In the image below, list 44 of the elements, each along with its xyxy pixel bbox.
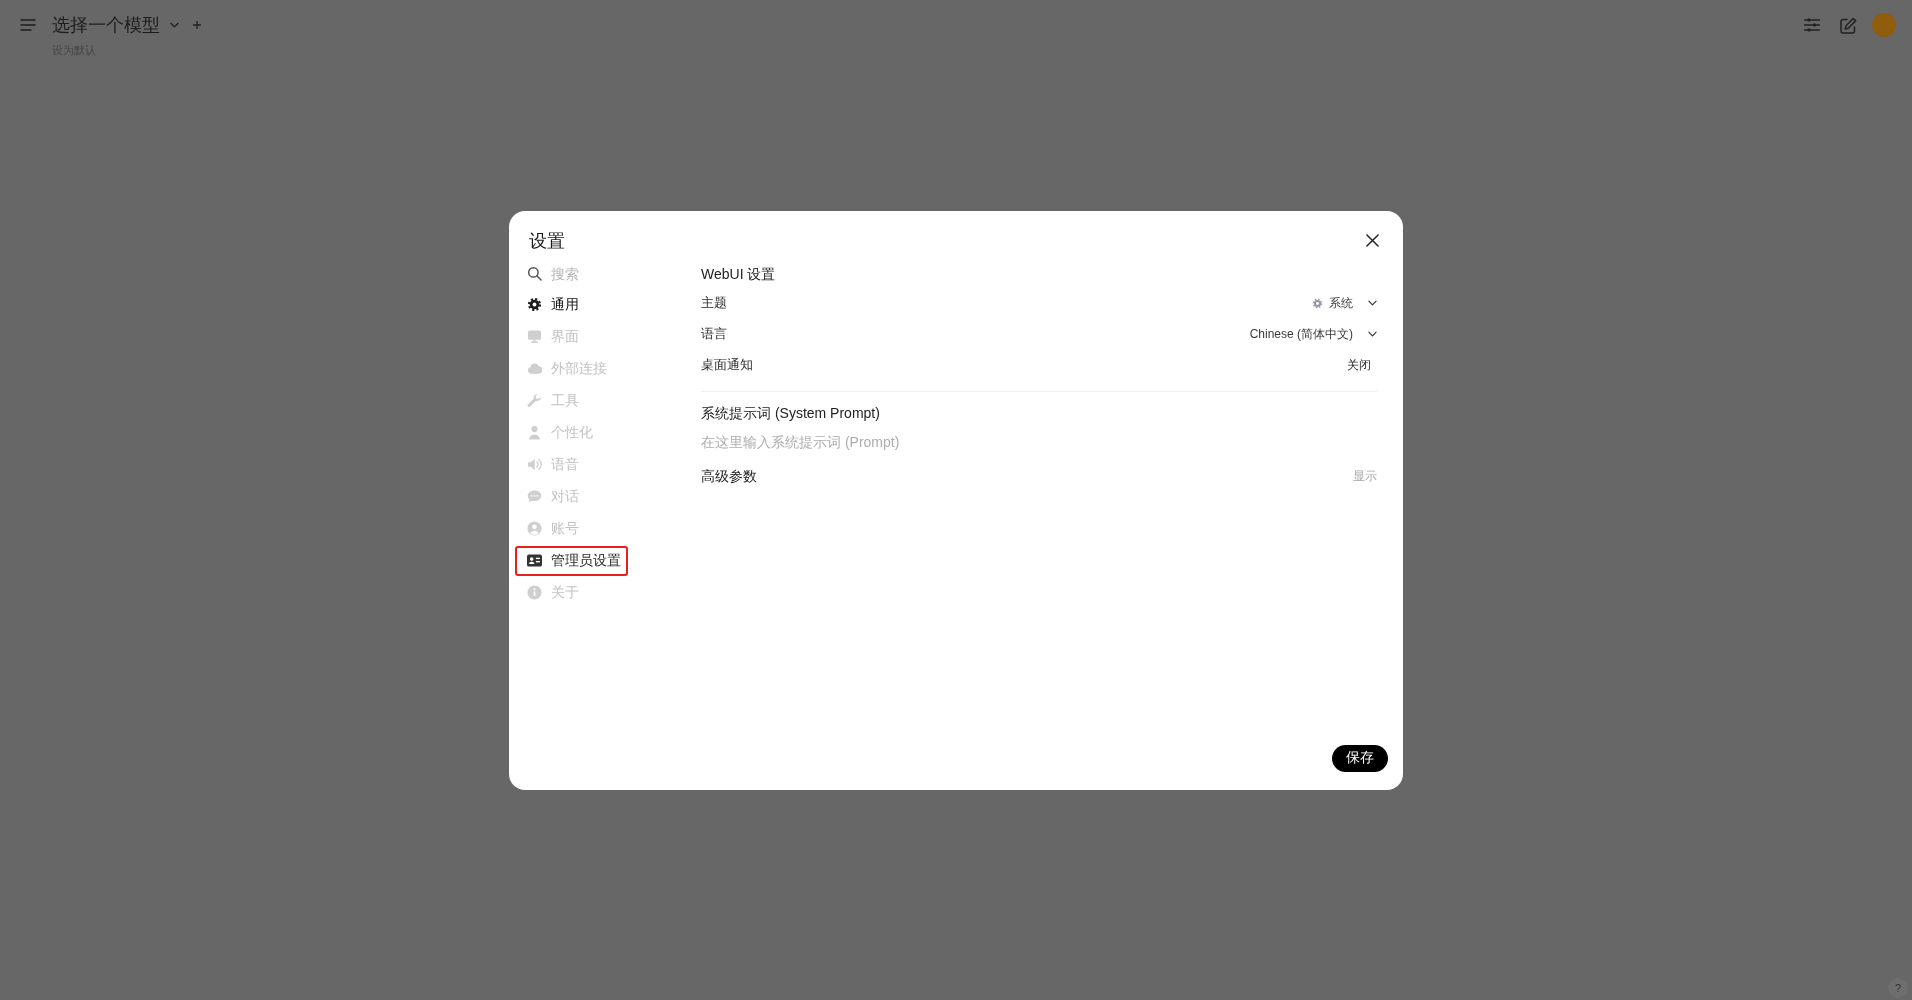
menu-icon[interactable] (20, 19, 36, 31)
dialog-title: 设置 (529, 229, 565, 253)
save-button[interactable]: 保存 (1332, 744, 1388, 772)
setting-label: 语言 (701, 325, 727, 343)
settings-nav-item[interactable]: 语音 (515, 449, 628, 480)
chevron-down-icon (1368, 300, 1377, 306)
dropdown[interactable]: 系统 (1312, 294, 1377, 312)
system-prompt-field[interactable]: 在这里输入系统提示词 (Prompt) (701, 429, 1377, 454)
close-icon[interactable] (1366, 234, 1379, 247)
search-field[interactable]: 搜索 (551, 265, 621, 282)
setting-label: 主题 (701, 294, 727, 312)
person-icon (527, 425, 542, 440)
search-icon (527, 266, 542, 281)
gear-icon (1312, 297, 1323, 309)
settings-nav-item[interactable]: 管理员设置 (515, 545, 628, 576)
id-card-icon (527, 553, 542, 568)
speaker-icon (527, 457, 542, 472)
wrench-icon (527, 393, 542, 408)
info-icon (527, 585, 542, 600)
plus-icon[interactable] (193, 21, 201, 29)
chat-bubble-icon (527, 489, 542, 504)
settings-nav-item[interactable]: 界面 (515, 321, 628, 352)
toggle-button[interactable]: 关闭 (1347, 356, 1377, 374)
advanced-params-label: 高级参数 (701, 467, 757, 486)
settings-nav-item[interactable]: 外部连接 (515, 353, 628, 384)
chevron-down-icon (1368, 331, 1377, 337)
edit-icon[interactable] (1840, 16, 1857, 34)
setting-label: 桌面通知 (701, 356, 753, 374)
dropdown[interactable]: Chinese (简体中文) (1249, 325, 1377, 343)
help-button[interactable]: ? (1888, 978, 1908, 998)
section-title: 系统提示词 (System Prompt) (701, 403, 880, 423)
section-title: WebUI 设置 (701, 264, 776, 284)
settings-nav-item[interactable]: 通用 (515, 289, 628, 320)
chevron-down-icon[interactable] (170, 22, 179, 28)
gear-icon (527, 297, 542, 312)
sliders-icon[interactable] (1804, 18, 1820, 32)
cloud-icon (527, 361, 542, 376)
settings-nav-item[interactable]: 账号 (515, 513, 628, 544)
user-circle-icon (527, 521, 542, 536)
settings-nav-item[interactable]: 对话 (515, 481, 628, 512)
settings-nav-item[interactable]: 工具 (515, 385, 628, 416)
show-button[interactable]: 显示 (1353, 468, 1377, 485)
monitor-icon (527, 329, 542, 344)
settings-nav-item[interactable]: 个性化 (515, 417, 628, 448)
